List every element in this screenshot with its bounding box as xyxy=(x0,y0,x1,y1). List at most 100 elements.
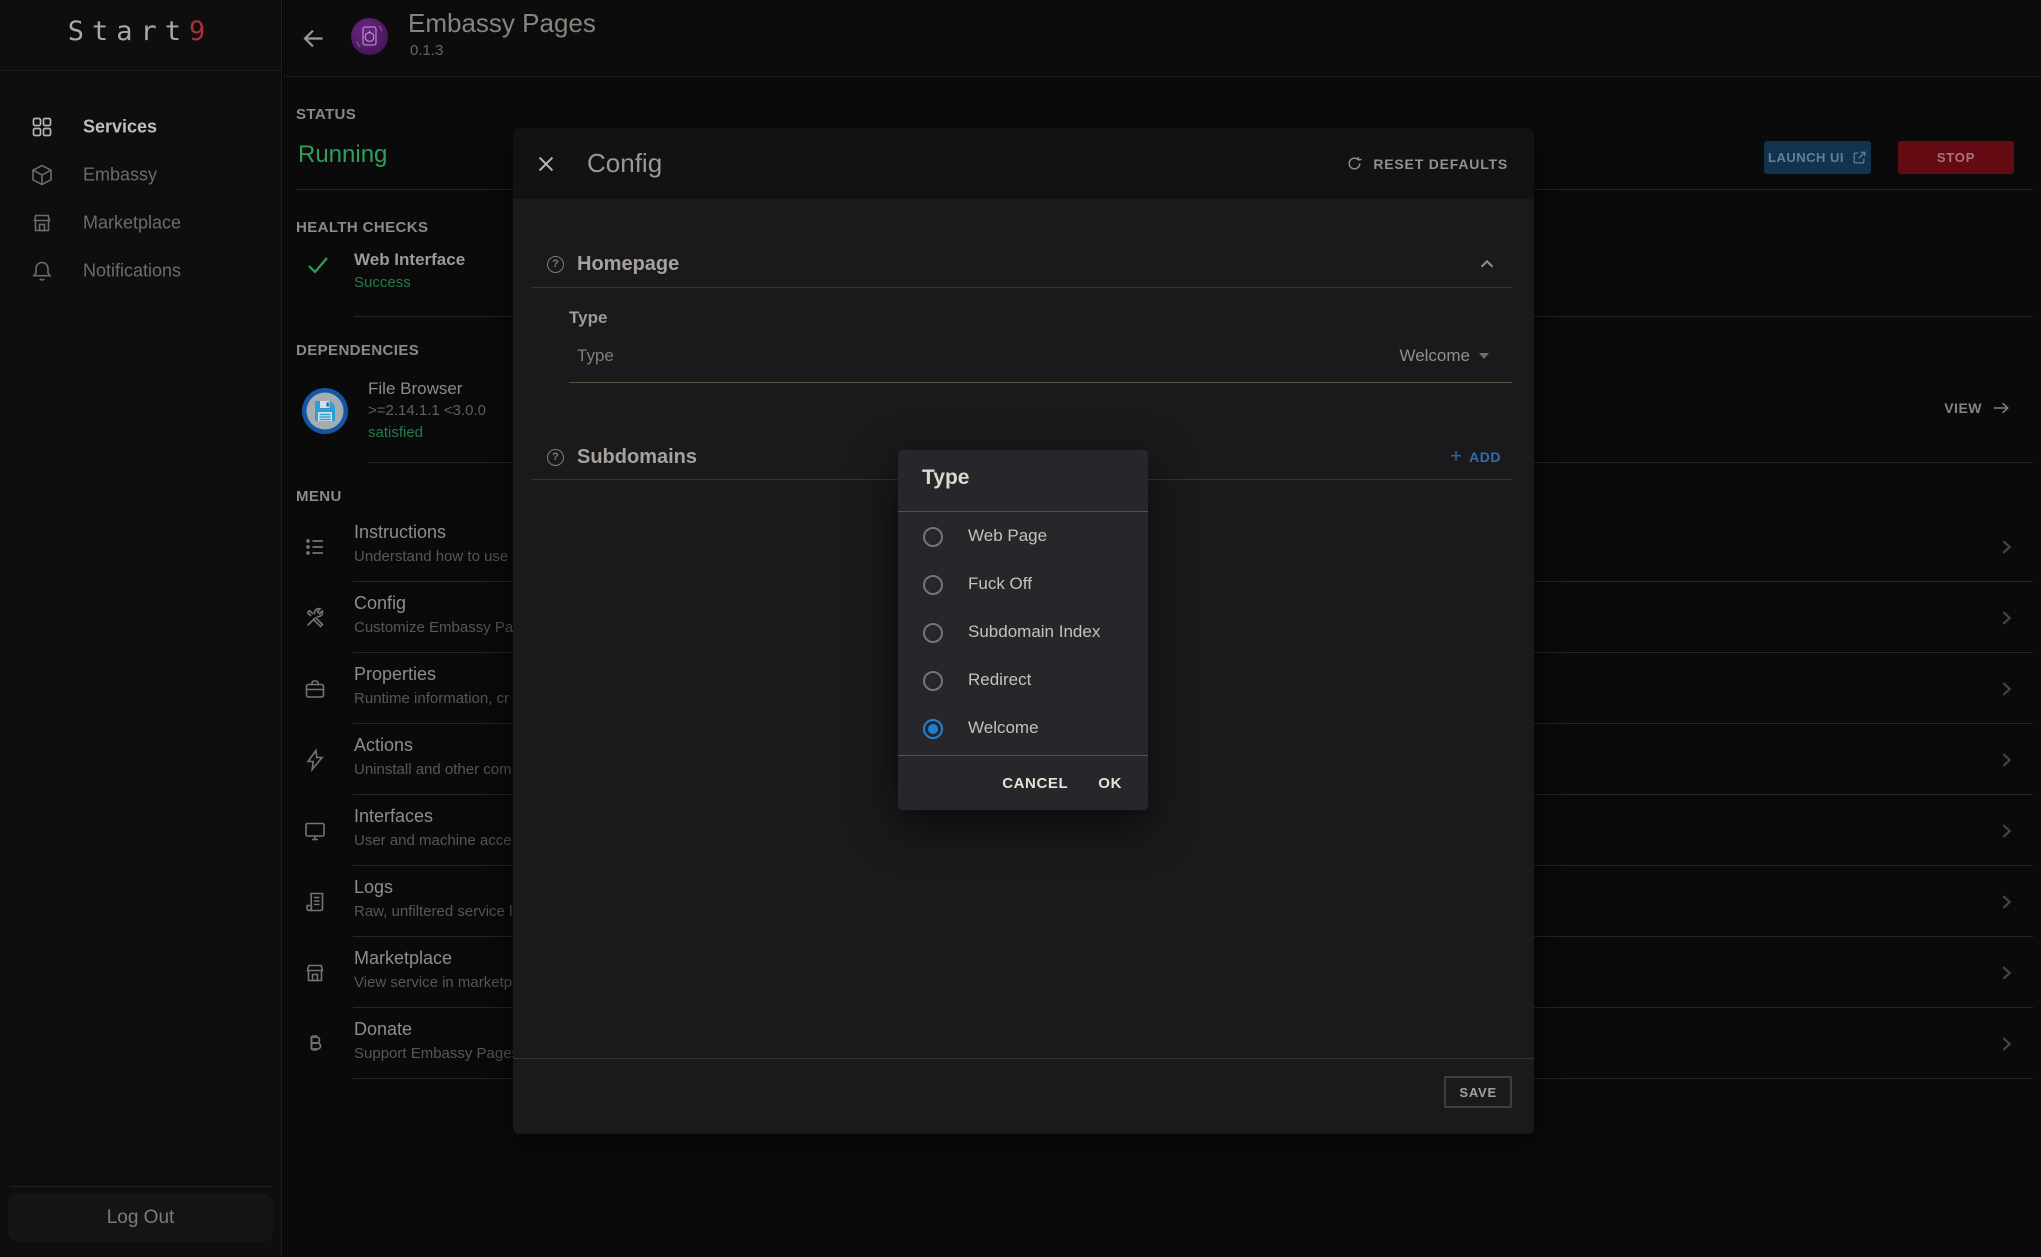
logo-accent: 9 xyxy=(189,16,213,47)
option-fuck-off[interactable]: Fuck Off xyxy=(898,561,1148,609)
config-modal-title: Config xyxy=(587,148,662,179)
back-arrow-icon[interactable] xyxy=(300,25,327,52)
menu-item-desc: Raw, unfiltered service l xyxy=(354,903,512,920)
config-modal-header: Config RESET DEFAULTS xyxy=(513,128,1534,199)
reset-defaults-button[interactable]: RESET DEFAULTS xyxy=(1346,155,1508,172)
menu-item-title: Instructions xyxy=(354,522,446,543)
divider xyxy=(898,511,1148,512)
sidebar-divider xyxy=(0,70,281,71)
bitcoin-icon xyxy=(303,1032,327,1056)
menu-item-desc: View service in marketpl xyxy=(354,974,515,991)
homepage-section-title: Homepage xyxy=(577,253,679,276)
chevron-right-icon xyxy=(1995,749,2017,771)
radio-icon[interactable] xyxy=(923,671,943,691)
menu-item-title: Interfaces xyxy=(354,806,433,827)
type-dialog-title: Type xyxy=(922,466,969,490)
sidebar-item-label: Embassy xyxy=(83,165,157,186)
storefront-icon xyxy=(303,961,327,985)
logout-button[interactable]: Log Out xyxy=(8,1194,273,1242)
briefcase-icon xyxy=(303,677,327,701)
list-icon xyxy=(303,535,327,559)
chevron-right-icon xyxy=(1995,891,2017,913)
cancel-button[interactable]: CANCEL xyxy=(1002,775,1068,792)
option-label: Fuck Off xyxy=(968,574,1032,594)
stop-button[interactable]: STOP xyxy=(1898,141,2014,174)
chevron-up-icon[interactable] xyxy=(1476,253,1498,275)
sidebar-item-marketplace[interactable]: Marketplace xyxy=(0,199,281,247)
sidebar-item-embassy[interactable]: Embassy xyxy=(0,151,281,199)
footer-divider xyxy=(513,1058,1534,1059)
option-subdomain-index[interactable]: Subdomain Index xyxy=(898,609,1148,657)
health-check-status: Success xyxy=(354,274,411,291)
save-button[interactable]: SAVE xyxy=(1444,1076,1512,1108)
start9-logo: Start9 xyxy=(0,16,281,47)
storefront-icon xyxy=(30,211,54,235)
reset-defaults-label: RESET DEFAULTS xyxy=(1373,156,1508,172)
chevron-right-icon xyxy=(1995,678,2017,700)
view-dependency-button[interactable]: VIEW xyxy=(1944,400,2011,416)
page-title: Embassy Pages xyxy=(408,8,596,39)
radio-icon[interactable] xyxy=(923,623,943,643)
option-label: Subdomain Index xyxy=(968,622,1100,642)
dependencies-label: DEPENDENCIES xyxy=(296,342,419,359)
sidebar-item-label: Marketplace xyxy=(83,213,181,234)
caret-down-icon xyxy=(1479,353,1489,359)
radio-icon[interactable] xyxy=(923,575,943,595)
flash-icon xyxy=(303,748,327,772)
option-label: Redirect xyxy=(968,670,1031,690)
logo-text: Start xyxy=(68,16,189,47)
menu-item-desc: Runtime information, cr xyxy=(354,690,509,707)
divider xyxy=(531,287,1512,288)
ok-button[interactable]: OK xyxy=(1098,775,1122,792)
grid-icon xyxy=(30,115,54,139)
type-section-label: Type xyxy=(569,308,607,328)
option-label: Welcome xyxy=(968,718,1039,738)
dependency-status: satisfied xyxy=(368,424,423,441)
tools-icon xyxy=(303,606,327,630)
chevron-right-icon xyxy=(1995,607,2017,629)
status-value: Running xyxy=(298,141,387,169)
radio-selected-icon[interactable] xyxy=(923,719,943,739)
type-select-value: Welcome xyxy=(1399,346,1470,366)
screen: Start9 Services Embassy Marketplace Noti… xyxy=(0,0,2041,1257)
add-subdomain-button[interactable]: + ADD xyxy=(1451,449,1501,465)
menu-label: MENU xyxy=(296,488,342,505)
cube-icon xyxy=(30,163,54,187)
type-field-label: Type xyxy=(577,346,614,366)
status-label: STATUS xyxy=(296,106,356,123)
external-link-icon xyxy=(1852,150,1867,165)
menu-item-title: Properties xyxy=(354,664,436,685)
bell-icon xyxy=(30,259,54,283)
menu-item-title: Donate xyxy=(354,1019,412,1040)
subdomains-section-title: Subdomains xyxy=(577,446,697,469)
monitor-icon xyxy=(303,819,327,843)
menu-item-desc: Uninstall and other com xyxy=(354,761,512,778)
homepage-section-header[interactable]: ? Homepage xyxy=(547,247,1498,281)
menu-item-title: Logs xyxy=(354,877,393,898)
sidebar-item-label: Services xyxy=(83,117,157,138)
app-icon xyxy=(351,18,388,55)
help-icon[interactable]: ? xyxy=(547,256,564,273)
sidebar-item-services[interactable]: Services xyxy=(0,103,281,151)
dependency-version: >=2.14.1.1 <3.0.0 xyxy=(368,402,486,419)
option-redirect[interactable]: Redirect xyxy=(898,657,1148,705)
app-version: 0.1.3 xyxy=(410,42,443,59)
radio-icon[interactable] xyxy=(923,527,943,547)
option-welcome[interactable]: Welcome xyxy=(898,705,1148,753)
stop-label: STOP xyxy=(1937,150,1975,165)
menu-item-desc: Support Embassy Pages xyxy=(354,1045,519,1062)
receipt-icon xyxy=(303,890,327,914)
sidebar-item-notifications[interactable]: Notifications xyxy=(0,247,281,295)
type-select[interactable]: Welcome xyxy=(1399,346,1489,366)
chevron-right-icon xyxy=(1995,962,2017,984)
health-checks-label: HEALTH CHECKS xyxy=(296,219,428,236)
launch-ui-button[interactable]: LAUNCH UI xyxy=(1764,141,1871,174)
view-label: VIEW xyxy=(1944,400,1982,416)
option-label: Web Page xyxy=(968,526,1047,546)
menu-item-title: Actions xyxy=(354,735,413,756)
close-icon[interactable] xyxy=(535,153,557,175)
chevron-right-icon xyxy=(1995,536,2017,558)
help-icon[interactable]: ? xyxy=(547,449,564,466)
option-web-page[interactable]: Web Page xyxy=(898,513,1148,561)
menu-item-title: Marketplace xyxy=(354,948,452,969)
